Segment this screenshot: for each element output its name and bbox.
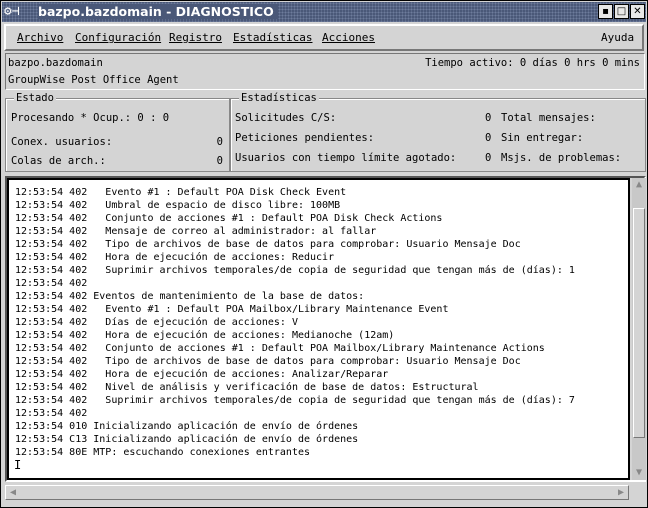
processing-status: Procesando * Ocup.: 0 : 0 xyxy=(11,112,170,124)
log-line: 12:53:54 402 Suprimir archivos temporale… xyxy=(15,395,575,406)
log-line: 12:53:54 80E MTP: escuchando conexiones … xyxy=(15,447,311,458)
log-line: 12:53:54 C13 Inicializando aplicación de… xyxy=(15,434,359,445)
maximize-button[interactable]: □ xyxy=(614,4,629,19)
log-text-area[interactable]: 12:53:54 402 Evento #1 : Default POA Dis… xyxy=(7,178,630,480)
stat-label: Usuarios con tiempo límite agotado: xyxy=(235,152,457,164)
menu-registro[interactable]: Registro xyxy=(169,31,222,44)
estado-title: Estado xyxy=(14,92,56,104)
menu-acciones[interactable]: Acciones xyxy=(322,31,375,44)
window: ⚙⊣ bazpo.bazdomain - DIAGNOSTICO ▪ □ ✕ A… xyxy=(0,0,648,508)
scroll-left-icon[interactable]: ◀ xyxy=(6,486,20,500)
uptime: Tiempo activo: 0 días 0 hrs 0 mins xyxy=(425,57,640,69)
log-line: 12:53:54 402 Tipo de archivos de base de… xyxy=(15,239,521,250)
log-line: 12:53:54 402 xyxy=(15,278,88,289)
scroll-down-icon[interactable]: ▼ xyxy=(632,466,646,480)
agent-info: bazpo.bazdomain GroupWise Post Office Ag… xyxy=(5,53,645,90)
stat-value: 0 xyxy=(485,132,492,144)
estadisticas-group: Estadísticas Solicitudes C/S: 0 Total me… xyxy=(230,92,646,172)
stat-label: Solicitudes C/S: xyxy=(235,112,337,124)
server-name: bazpo.bazdomain xyxy=(8,57,103,69)
scroll-up-icon[interactable]: ▲ xyxy=(632,178,646,192)
log-line: 12:53:54 402 Hora de ejecución de accion… xyxy=(15,252,335,263)
file-queues-value: 0 xyxy=(216,155,223,167)
app-icon[interactable]: ⚙⊣ xyxy=(4,4,32,20)
log-line: 12:53:54 402 Conjunto de acciones #1 : D… xyxy=(15,343,545,354)
menu-ayuda[interactable]: Ayuda xyxy=(601,31,634,44)
user-connections-label: Conex. usuarios: xyxy=(11,136,113,148)
log-line: 12:53:54 402 Hora de ejecución de accion… xyxy=(15,369,389,380)
stat-value: 0 xyxy=(485,112,492,124)
menu-configuracion[interactable]: Configuración xyxy=(75,31,161,44)
minimize-button[interactable]: ▪ xyxy=(598,4,613,19)
horizontal-scrollbar[interactable]: ◀ ▶ xyxy=(5,485,629,500)
text-cursor-icon: I xyxy=(14,458,22,472)
vertical-scroll-thumb[interactable] xyxy=(633,208,645,438)
log-line: 12:53:54 402 Nivel de análisis y verific… xyxy=(15,382,479,393)
menu-bar: Archivo Configuración Registro Estadísti… xyxy=(4,24,644,51)
scroll-right-icon[interactable]: ▶ xyxy=(614,486,628,500)
log-line: 12:53:54 402 Tipo de archivos de base de… xyxy=(15,356,521,367)
log-line: 12:53:54 402 Suprimir archivos temporale… xyxy=(15,265,575,276)
log-line: 12:53:54 402 Evento #1 : Default POA Mai… xyxy=(15,304,449,315)
log-line: 12:53:54 402 xyxy=(15,408,88,419)
log-line: 12:53:54 402 Hora de ejecución de accion… xyxy=(15,330,395,341)
log-line: 12:53:54 402 Umbral de espacio de disco … xyxy=(15,200,341,211)
log-line: 12:53:54 402 Eventos de mantenimiento de… xyxy=(15,291,365,302)
stat-label-2: Msjs. de problemas: xyxy=(501,152,622,164)
log-line: 12:53:54 402 Evento #1 : Default POA Dis… xyxy=(15,187,347,198)
vertical-scrollbar[interactable]: ▲ ▼ xyxy=(632,178,646,480)
estado-group: Estado Procesando * Ocup.: 0 : 0 Conex. … xyxy=(5,92,230,172)
file-queues-label: Colas de arch.: xyxy=(11,155,106,167)
log-line: 12:53:54 010 Inicializando aplicación de… xyxy=(15,421,359,432)
menu-estadisticas[interactable]: Estadísticas xyxy=(233,31,312,44)
stat-label: Peticiones pendientes: xyxy=(235,132,375,144)
stat-label-2: Sin entregar: xyxy=(501,132,584,144)
close-button[interactable]: ✕ xyxy=(630,4,645,19)
log-line: 12:53:54 402 Días de ejecución de accion… xyxy=(15,317,298,328)
window-title: bazpo.bazdomain - DIAGNOSTICO xyxy=(38,4,278,19)
log-line: 12:53:54 402 Conjunto de acciones #1 : D… xyxy=(15,213,443,224)
menu-archivo[interactable]: Archivo xyxy=(17,31,63,44)
agent-name: GroupWise Post Office Agent xyxy=(8,74,179,86)
log-panel: 12:53:54 402 Evento #1 : Default POA Dis… xyxy=(5,176,646,482)
stat-value: 0 xyxy=(485,152,492,164)
stat-label-2: Total mensajes: xyxy=(501,112,596,124)
user-connections-value: 0 xyxy=(216,136,223,148)
log-line: 12:53:54 402 Mensaje de correo al admini… xyxy=(15,226,377,237)
title-bar[interactable]: ⚙⊣ bazpo.bazdomain - DIAGNOSTICO ▪ □ ✕ xyxy=(2,2,646,22)
estadisticas-title: Estadísticas xyxy=(239,92,319,104)
